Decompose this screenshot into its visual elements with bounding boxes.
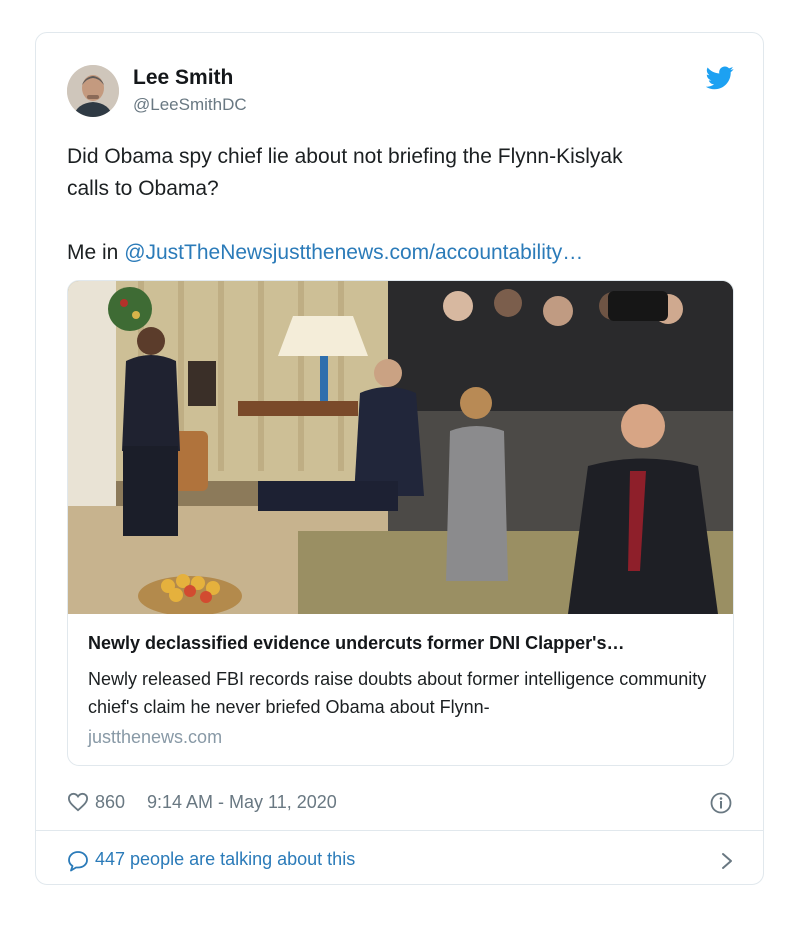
chevron-right-icon xyxy=(722,853,732,869)
tweet-line-2: calls to Obama? xyxy=(67,177,219,200)
twitter-bird-icon[interactable] xyxy=(706,66,734,90)
speech-bubble-icon xyxy=(68,851,88,872)
conversation-link[interactable]: 447 people are talking about this xyxy=(67,848,734,874)
like-count[interactable]: 860 xyxy=(95,792,125,813)
url-link[interactable]: justthenews.com/accountability… xyxy=(273,241,583,264)
oval-office-photo xyxy=(68,281,733,614)
tweet-timestamp[interactable]: 9:14 AM - May 11, 2020 xyxy=(147,792,337,813)
tweet-text: Did Obama spy chief lie about not briefi… xyxy=(67,141,727,269)
link-preview-card[interactable]: Newly declassified evidence undercuts fo… xyxy=(67,280,734,766)
mention-link[interactable]: @JustTheNews xyxy=(124,241,273,264)
tweet-line-1: Did Obama spy chief lie about not briefi… xyxy=(67,145,623,168)
avatar-image xyxy=(67,65,119,117)
author-handle[interactable]: @LeeSmithDC xyxy=(133,95,247,115)
tweet-footer: 860 9:14 AM - May 11, 2020 xyxy=(67,791,734,815)
tweet-prefix: Me in xyxy=(67,241,125,264)
heart-icon[interactable] xyxy=(67,792,89,812)
card-domain: justthenews.com xyxy=(88,727,223,747)
author-name[interactable]: Lee Smith xyxy=(133,66,233,90)
footer-divider xyxy=(36,830,763,831)
info-icon[interactable] xyxy=(710,792,732,814)
tweet-card: Lee Smith @LeeSmithDC Did Obama spy chie… xyxy=(35,32,764,885)
card-description: Newly released FBI records raise doubts … xyxy=(88,669,707,717)
card-title: Newly declassified evidence undercuts fo… xyxy=(88,633,625,653)
conversation-label: 447 people are talking about this xyxy=(95,849,356,869)
author-avatar[interactable] xyxy=(67,65,119,117)
tweet-line-4: Me in @JustTheNewsjustthenews.com/accoun… xyxy=(67,237,727,269)
